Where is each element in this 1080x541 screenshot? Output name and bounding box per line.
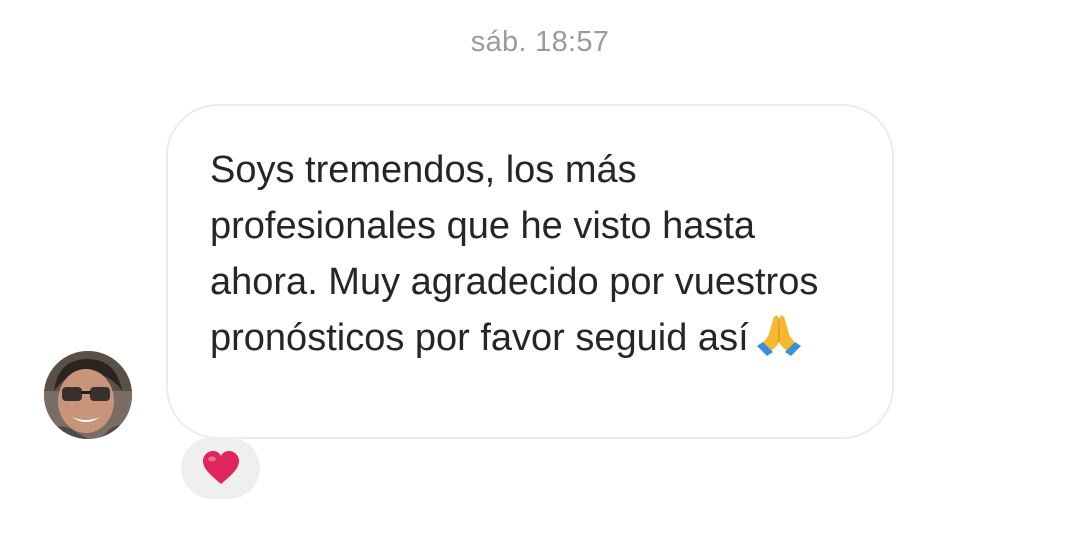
- message-timestamp: sáb. 18:57: [470, 26, 610, 58]
- message-body: Soys tremendos, los más profesionales qu…: [210, 149, 819, 359]
- heart-icon: [202, 451, 239, 484]
- message-bubble[interactable]: Soys tremendos, los más profesionales qu…: [166, 104, 894, 439]
- avatar-photo-icon: [44, 351, 132, 439]
- message-text: Soys tremendos, los más profesionales qu…: [210, 142, 852, 372]
- sender-avatar[interactable]: [44, 351, 132, 439]
- reaction-badge[interactable]: [181, 437, 260, 499]
- pray-emoji-icon: [755, 312, 803, 372]
